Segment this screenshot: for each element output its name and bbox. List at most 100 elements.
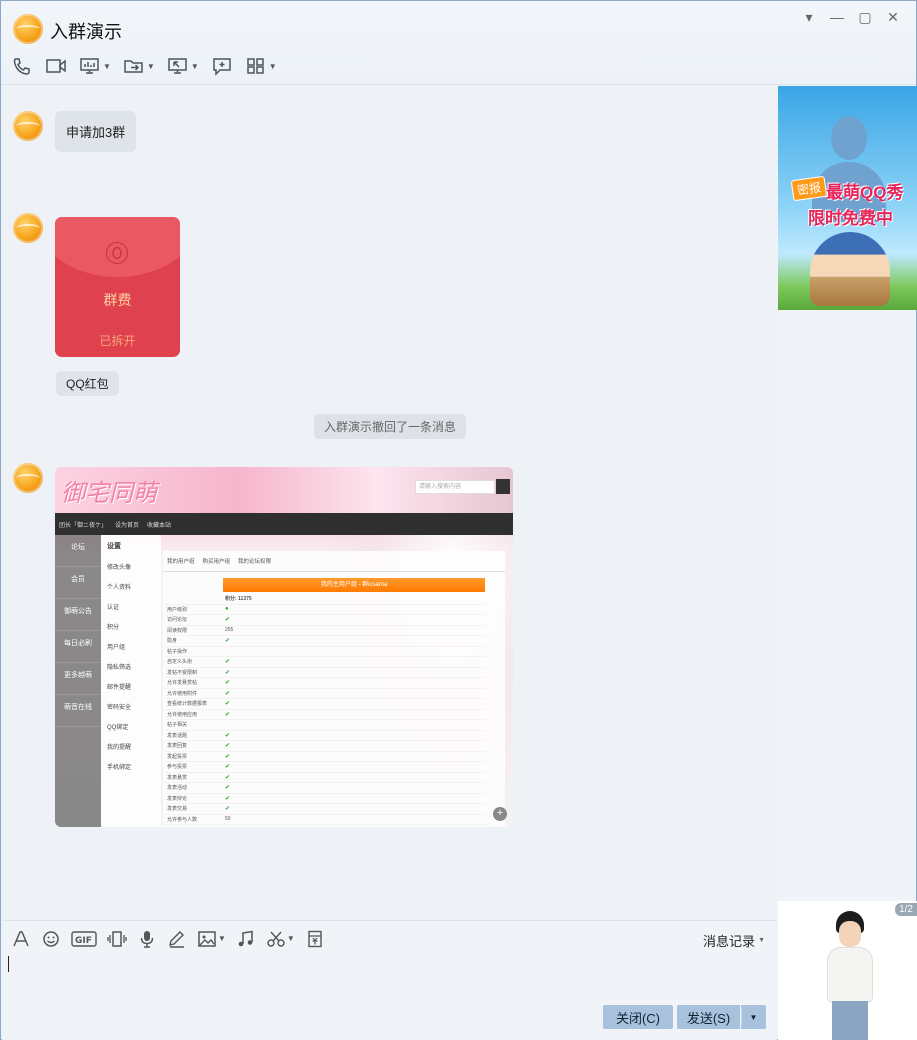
site-search-icon: [496, 479, 510, 494]
window-controls: ▾ — ▢ ✕: [802, 9, 900, 26]
image-message[interactable]: 御宅同萌 请输入搜索内容 团长「御ニ夜ケ」 设为首页 收藏本站 论坛 会员 御萌…: [55, 467, 513, 827]
site-menu-title: 设置: [107, 543, 121, 550]
message-input[interactable]: 关闭(C) 发送(S) ▼: [2, 956, 777, 1040]
font-button[interactable]: [11, 930, 31, 948]
site-menu-item: 邮件提醒: [107, 685, 132, 691]
chevron-down-icon[interactable]: ▼: [147, 62, 155, 71]
apps-button[interactable]: ▼: [245, 55, 277, 77]
sender-avatar[interactable]: [13, 463, 43, 493]
table-row: 允许发悬赏帖 ✔: [165, 678, 485, 689]
message-list[interactable]: 申请加3群 群费 已拆开 QQ红包 入群演示撤回了一条消息 御宅同萌 请输入搜索…: [2, 86, 777, 920]
sender-avatar[interactable]: [13, 213, 43, 243]
site-tab: 我的论坛权限: [238, 559, 272, 565]
remote-control-button[interactable]: ▼: [167, 55, 199, 77]
title-bar: 入群演示 ▾ — ▢ ✕ ▼ ▼ ▼ ▼: [1, 1, 916, 85]
sender-avatar[interactable]: [13, 111, 43, 141]
qq-show-panel[interactable]: 1/2: [778, 901, 917, 1040]
ad-banner[interactable]: 密报 最萌QQ秀 限时免费中: [778, 86, 917, 310]
music-note-icon: [238, 930, 253, 946]
red-packet-tag: QQ红包: [56, 371, 119, 396]
chevron-down-icon[interactable]: ▼: [287, 934, 295, 943]
table-row: 发帖不受限制 ✔: [165, 668, 485, 678]
site-nav-item: 团长「御ニ夜ケ」: [59, 522, 108, 529]
phone-icon: [13, 58, 30, 75]
site-nav-item: 设为首页: [115, 522, 140, 529]
text-cursor: [8, 956, 9, 972]
image-icon: [198, 930, 216, 947]
zoom-in-icon[interactable]: +: [493, 807, 507, 821]
video-call-button[interactable]: [45, 55, 67, 77]
table-row: 发表交易 ✔: [165, 804, 485, 815]
microphone-icon: [140, 930, 154, 948]
screen-share-button[interactable]: ▼: [79, 55, 111, 77]
red-packet-button[interactable]: [305, 930, 325, 948]
table-row: 访问论坛 ✔: [165, 615, 485, 626]
site-menu-item: 手机绑定: [107, 765, 132, 771]
site-menu-item: 积分: [107, 625, 120, 631]
group-avatar[interactable]: [13, 14, 43, 44]
chevron-down-icon: ▼: [749, 1012, 758, 1022]
table-row: 用户级别 ●: [165, 605, 485, 615]
remote-desktop-icon: [168, 58, 187, 74]
message-history-button[interactable]: 消息记录 ▼: [703, 931, 765, 950]
message-bubble[interactable]: 申请加3群: [55, 111, 137, 152]
table-row: 帖子相关: [165, 720, 485, 731]
site-tabs: 我的用户组 购买用户组 我的论坛权限: [163, 551, 505, 572]
emoji-button[interactable]: [41, 930, 61, 948]
site-tab: 我的用户组: [167, 559, 195, 565]
site-nav: 团长「御ニ夜ケ」 设为首页 收藏本站: [55, 513, 513, 535]
site-side-item: 更多越萌: [55, 663, 101, 695]
site-side-item: 御萌公告: [55, 599, 101, 631]
site-side-item: 会员: [55, 567, 101, 599]
message-history-label: 消息记录: [703, 934, 756, 949]
site-content: 我的用户组 购买用户组 我的论坛权限 我的主用户组 - 群icsama 积分: …: [163, 551, 505, 827]
discussion-button[interactable]: [211, 55, 233, 77]
voice-call-button[interactable]: [11, 55, 33, 77]
table-row: 发表活动 ✔: [165, 783, 485, 794]
send-button[interactable]: 发送(S): [677, 1005, 740, 1029]
site-permission-table: 积分: 11375 用户级别 ● 访问论坛 ✔ 阅读权限 255 隐身 ✔ 帖子操作 自…: [165, 594, 485, 825]
video-icon: [46, 59, 66, 73]
site-menu-item: 修改头像: [107, 565, 132, 571]
file-transfer-button[interactable]: ▼: [123, 55, 155, 77]
table-row: 允许使用附件 ✔: [165, 689, 485, 699]
scissors-icon: [267, 931, 285, 947]
chevron-down-icon[interactable]: ▼: [191, 62, 199, 71]
shake-button[interactable]: [107, 930, 127, 948]
svg-text:GIF: GIF: [75, 936, 92, 946]
site-logo: 御宅同萌: [61, 479, 157, 507]
maximize-icon[interactable]: ▢: [858, 9, 872, 25]
doodle-button[interactable]: [167, 930, 187, 948]
site-menu-item: 用户组: [107, 645, 126, 651]
chevron-down-icon[interactable]: ▼: [218, 934, 226, 943]
send-options-button[interactable]: ▼: [741, 1005, 766, 1029]
red-packet-card[interactable]: 群费 已拆开: [55, 217, 180, 357]
pencil-icon: [169, 930, 184, 948]
gif-button[interactable]: GIF: [71, 930, 97, 948]
site-tab: 购买用户组: [202, 559, 231, 565]
close-button[interactable]: 关闭(C): [603, 1005, 673, 1029]
chevron-down-icon: ▼: [758, 937, 765, 944]
penguin-icon: [106, 242, 128, 264]
chat-add-icon: [213, 58, 231, 76]
table-row: 阅读权限 255: [165, 626, 485, 636]
table-row: 发表回复 ✔: [165, 741, 485, 752]
table-row: 查看统计数据报表 ✔: [165, 699, 485, 710]
image-button[interactable]: ▼: [197, 930, 226, 948]
table-row: 发表辩论 ✔: [165, 794, 485, 804]
minimize-icon[interactable]: —: [830, 9, 844, 25]
chat-window: 入群演示 ▾ — ▢ ✕ ▼ ▼ ▼ ▼ 申请加3群 群费 已拆开 QQ红包 入…: [0, 0, 917, 1040]
page-indicator: 1/2: [895, 903, 917, 916]
chevron-down-icon[interactable]: ▼: [103, 62, 111, 71]
site-menu-item: 个人资料: [107, 585, 132, 591]
voice-message-button[interactable]: [137, 930, 157, 948]
site-side-item: 每日必刷: [55, 631, 101, 663]
cartoon-characters-image: [810, 232, 890, 306]
close-icon[interactable]: ✕: [886, 9, 900, 25]
screenshot-button[interactable]: ▼: [266, 930, 295, 948]
dropdown-icon[interactable]: ▾: [802, 9, 816, 25]
window-title: 入群演示: [50, 22, 122, 42]
site-side-item: 论坛: [55, 535, 101, 567]
chevron-down-icon[interactable]: ▼: [269, 62, 277, 71]
music-button[interactable]: [236, 930, 256, 948]
